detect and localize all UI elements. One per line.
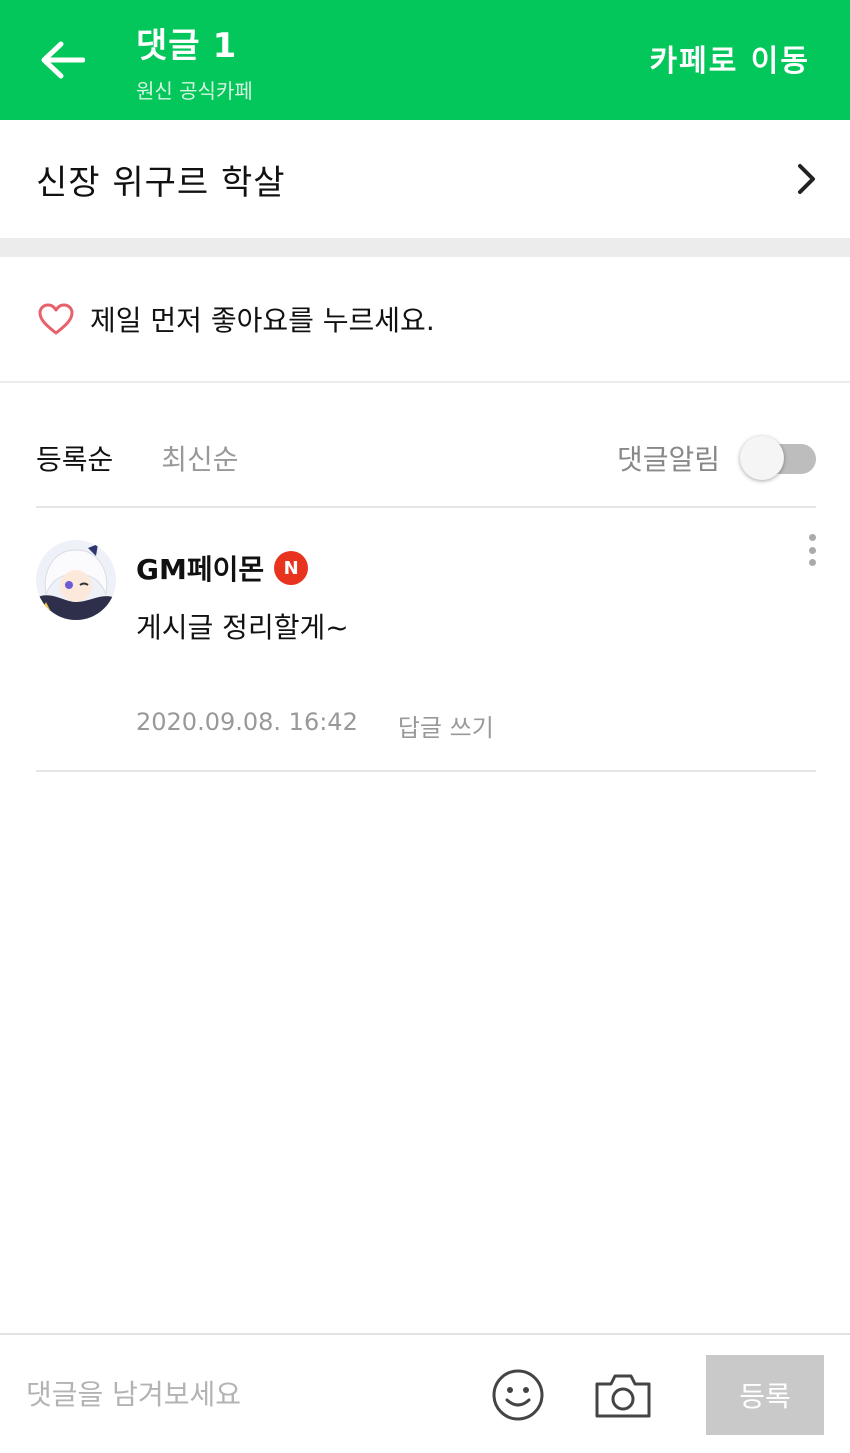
comment-timestamp: 2020.09.08. 16:42	[136, 708, 358, 736]
comment-item: GM페이몬 N 게시글 정리할게~ 2020.09.08. 16:42 답글 쓰…	[36, 508, 816, 772]
sort-tab-registered[interactable]: 등록순	[36, 438, 113, 478]
post-title: 신장 위구르 학살	[36, 162, 286, 203]
chevron-right-icon	[798, 164, 815, 194]
new-badge: N	[274, 551, 309, 585]
sort-tab-latest[interactable]: 최신순	[161, 438, 238, 478]
heart-outline-icon	[38, 303, 74, 335]
back-arrow-icon	[41, 41, 85, 79]
comment-body: GM페이몬 N 게시글 정리할게~	[136, 548, 349, 646]
like-button[interactable]	[36, 299, 76, 339]
comment-text: 게시글 정리할게~	[136, 611, 349, 644]
comment-author-row: GM페이몬 N	[136, 548, 349, 588]
comment-composer: 등록	[0, 1333, 850, 1453]
cafe-name: 원신 공식카페	[136, 79, 253, 103]
comment-alarm-label: 댓글알림	[616, 443, 720, 476]
app-header: 댓글 1 원신 공식카페 카페로 이동	[0, 0, 850, 120]
go-to-cafe-link[interactable]: 카페로 이동	[650, 36, 810, 80]
camera-icon	[595, 1374, 651, 1418]
camera-button[interactable]	[592, 1367, 654, 1423]
more-options-icon[interactable]	[800, 528, 824, 572]
avatar[interactable]	[36, 540, 116, 620]
submit-button[interactable]: 등록	[706, 1355, 824, 1435]
comment-input[interactable]	[26, 1361, 466, 1427]
post-title-link[interactable]: 신장 위구르 학살	[0, 120, 850, 238]
comment-meta: 2020.09.08. 16:42 답글 쓰기	[136, 708, 494, 743]
back-button[interactable]	[30, 28, 94, 92]
like-prompt: 제일 먼저 좋아요를 누르세요.	[90, 304, 435, 337]
reply-button[interactable]: 답글 쓰기	[398, 708, 494, 743]
comment-count: 1	[212, 26, 237, 66]
emoji-button[interactable]	[490, 1367, 546, 1423]
header-title-block: 댓글 1 원신 공식카페	[136, 18, 253, 104]
comment-alarm: 댓글알림	[617, 436, 816, 480]
toggle-knob	[740, 436, 784, 480]
comment-author[interactable]: GM페이몬	[136, 548, 264, 588]
page-title: 댓글	[136, 26, 201, 66]
avatar-image	[36, 540, 116, 620]
comment-alarm-toggle[interactable]	[740, 436, 816, 480]
sort-bar: 등록순 최신순 댓글알림	[36, 410, 816, 508]
like-row: 제일 먼저 좋아요를 누르세요.	[0, 257, 850, 383]
smiley-icon	[492, 1369, 544, 1421]
section-divider	[0, 238, 850, 257]
